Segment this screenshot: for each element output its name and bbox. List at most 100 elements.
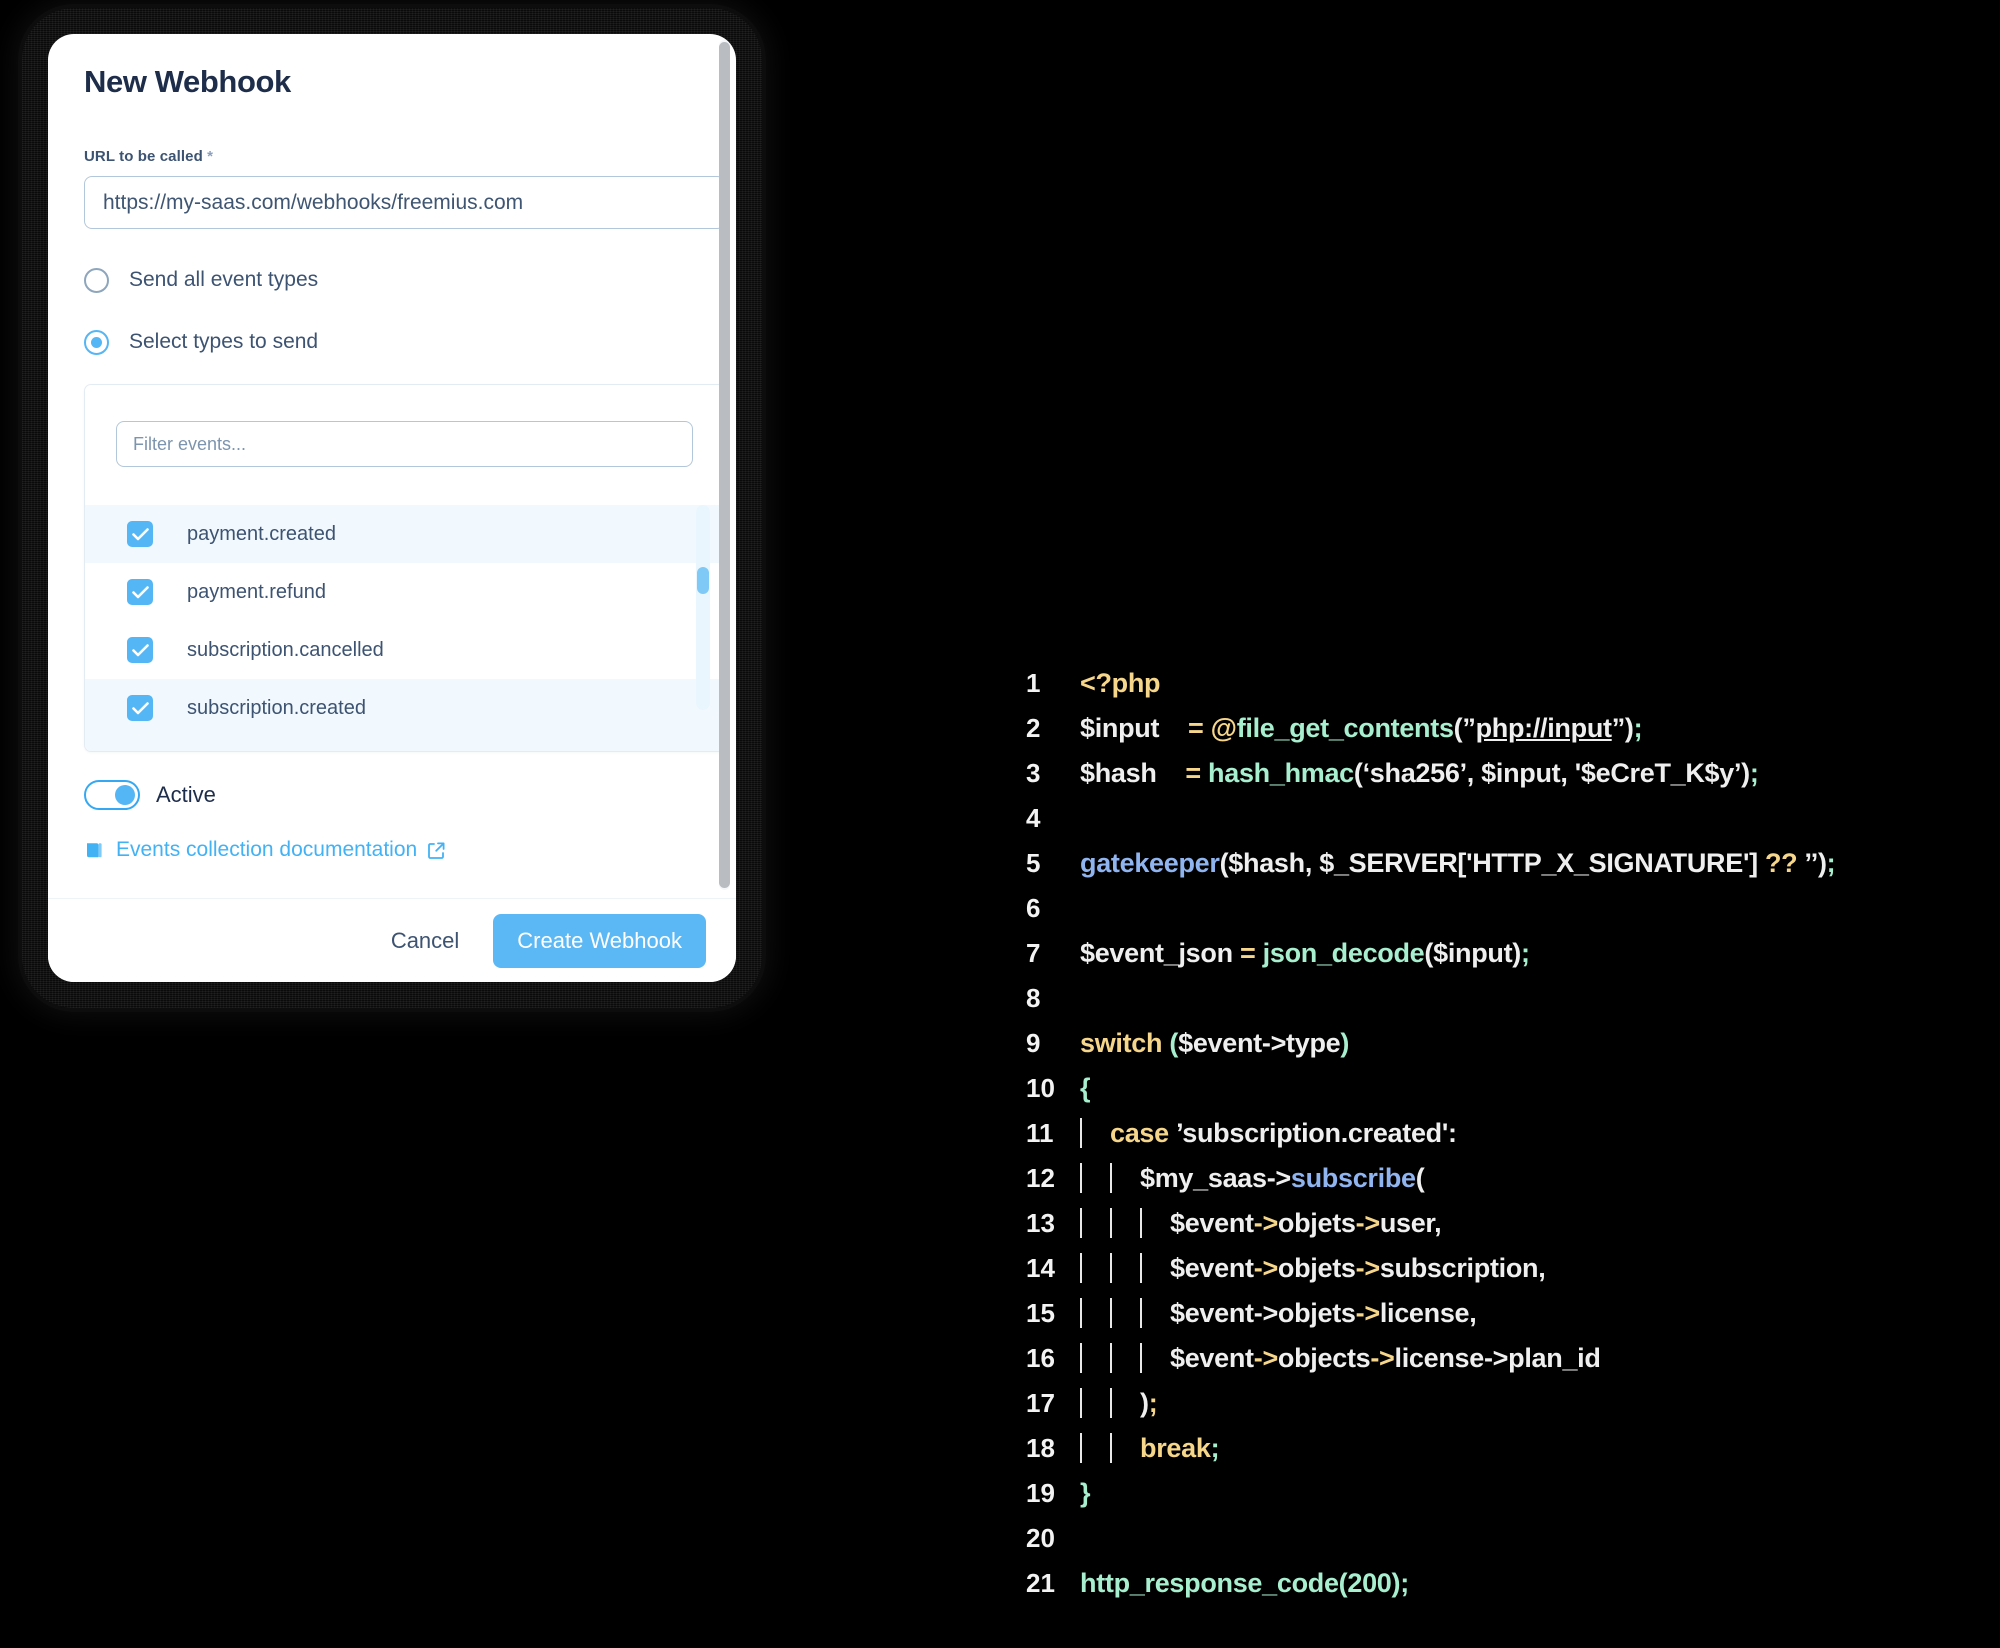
code-token: -> — [1253, 1343, 1278, 1373]
code-token: php://input — [1475, 713, 1612, 743]
radio-select-types-to-send[interactable]: Select types to send — [84, 322, 700, 362]
code-line-number: 15 — [1026, 1298, 1055, 1328]
code-line: 17); — [1000, 1388, 2000, 1433]
code-line-number: 19 — [1026, 1478, 1055, 1508]
indent-guide-icon — [1080, 1253, 1082, 1283]
code-line-text: <?php — [1080, 668, 1161, 699]
code-line-number: 1 — [1026, 668, 1041, 698]
code-line: 11 case ’subscription.created': — [1000, 1118, 2000, 1163]
code-token: ( — [1415, 1163, 1425, 1193]
events-documentation-link[interactable]: Events collection documentation — [84, 838, 700, 862]
toggle-knob-icon — [115, 784, 135, 805]
code-line-text: break; — [1080, 1433, 1220, 1464]
code-line-text: gatekeeper($hash, $_SERVER['HTTP_X_SIGNA… — [1080, 848, 1836, 879]
code-line-text: case ’subscription.created': — [1080, 1118, 1457, 1149]
code-token: ) — [1340, 1028, 1350, 1058]
indent-guide-icon — [1110, 1433, 1112, 1463]
code-line-number: 2 — [1026, 713, 1041, 743]
code-token: license->plan_id — [1394, 1343, 1601, 1373]
code-token: ( — [1169, 1028, 1179, 1058]
code-token: ’’) — [1797, 848, 1827, 878]
events-selection-panel: payment.created payment.refund — [84, 384, 725, 752]
code-line-number: 17 — [1026, 1388, 1055, 1418]
event-row-payment-refund[interactable]: payment.refund — [85, 563, 724, 621]
code-line-number: 8 — [1026, 983, 1041, 1013]
code-line-number: 20 — [1026, 1523, 1055, 1553]
code-token: = — [1239, 938, 1263, 968]
code-line: 1 <?php — [1000, 668, 2000, 713]
code-line-text: http_response_code(200); — [1080, 1568, 1409, 1599]
code-token: = — [1159, 713, 1211, 743]
event-row-subscription-cancelled[interactable]: subscription.cancelled — [85, 621, 724, 679]
code-token: $event — [1170, 1208, 1254, 1238]
event-list-scrollbar-track[interactable] — [696, 505, 710, 710]
required-asterisk: * — [207, 148, 214, 165]
events-documentation-link-label: Events collection documentation — [116, 838, 418, 861]
cancel-button[interactable]: Cancel — [385, 920, 465, 962]
modal-scrollbar-thumb[interactable] — [719, 42, 730, 888]
filter-events-input[interactable] — [116, 421, 693, 467]
code-line-number: 10 — [1026, 1073, 1055, 1103]
code-line-text: switch ($event->type) — [1080, 1028, 1349, 1059]
checkbox-icon-checked[interactable] — [127, 695, 153, 721]
code-token: ’subscription.created': — [1176, 1118, 1457, 1148]
code-line-number: 14 — [1026, 1253, 1055, 1283]
code-line-text: $event->objets->user, — [1080, 1208, 1442, 1239]
indent-guide-icon — [1110, 1253, 1112, 1283]
url-field-group: URL to be called * — [84, 148, 725, 229]
code-token: $event->type — [1178, 1028, 1341, 1058]
code-token: user, — [1379, 1208, 1442, 1238]
code-line-number: 21 — [1026, 1568, 1055, 1598]
create-webhook-button[interactable]: Create Webhook — [493, 913, 706, 968]
code-line-number: 7 — [1026, 938, 1041, 968]
code-token: gatekeeper — [1080, 848, 1220, 878]
radio-icon-selected — [84, 329, 109, 355]
code-token: -> — [1253, 1208, 1278, 1238]
checkbox-icon-checked[interactable] — [127, 579, 153, 605]
code-token: subscribe — [1290, 1163, 1416, 1193]
event-row-subscription-created[interactable]: subscription.created — [85, 679, 724, 737]
active-toggle[interactable] — [84, 780, 140, 810]
code-token: -> — [1355, 1298, 1380, 1328]
code-token: ; — [1520, 938, 1530, 968]
code-line-text: $event->objets->license, — [1080, 1298, 1477, 1329]
code-line-text: $my_saas->subscribe( — [1080, 1163, 1425, 1194]
code-line-number: 3 — [1026, 758, 1041, 788]
code-token: ?? — [1764, 848, 1798, 878]
new-webhook-modal: New Webhook URL to be called * Send all … — [48, 34, 736, 982]
code-token: objets — [1277, 1208, 1356, 1238]
device-frame: New Webhook URL to be called * Send all … — [22, 8, 762, 1008]
event-row-subscription-renewal-failed[interactable]: subscription.renewal.failed — [85, 737, 724, 751]
radio-send-all-event-types[interactable]: Send all event types — [84, 260, 700, 300]
code-token: -> — [1355, 1253, 1380, 1283]
code-line: 14 $event->objets->subscription, — [1000, 1253, 2000, 1298]
code-token: -> — [1370, 1343, 1395, 1373]
event-row-payment-created[interactable]: payment.created — [85, 505, 724, 563]
code-line-text: { — [1080, 1073, 1091, 1104]
code-token: ($input) — [1424, 938, 1521, 968]
url-input[interactable] — [84, 176, 725, 229]
code-token: switch — [1080, 1028, 1170, 1058]
event-name: subscription.cancelled — [187, 638, 384, 661]
active-toggle-row: Active — [84, 780, 700, 810]
code-line-text: $event->objets->subscription, — [1080, 1253, 1546, 1284]
code-line: 9 switch ($event->type) — [1000, 1028, 2000, 1073]
code-line-text: $event->objects->license->plan_id — [1080, 1343, 1601, 1374]
code-token: ) — [1140, 1388, 1149, 1418]
code-token: (‘sha256’, $input, '$eCreT_K$y’) — [1353, 758, 1750, 788]
event-list-scrollbar-thumb[interactable] — [697, 567, 709, 594]
code-line: 6 — [1000, 893, 2000, 938]
code-token: -> — [1355, 1208, 1380, 1238]
code-line: 12 $my_saas->subscribe( — [1000, 1163, 2000, 1208]
code-token: case — [1110, 1118, 1177, 1148]
code-line: 5 gatekeeper($hash, $_SERVER['HTTP_X_SIGN… — [1000, 848, 2000, 893]
indent-guide-icon — [1080, 1433, 1082, 1463]
checkbox-icon-checked[interactable] — [127, 521, 153, 547]
code-line: 7 $event_json = json_decode($input); — [1000, 938, 2000, 983]
checkbox-icon-checked[interactable] — [127, 637, 153, 663]
code-line-text: ); — [1080, 1388, 1158, 1419]
indent-guide-icon — [1080, 1208, 1082, 1238]
code-token: json_decode — [1262, 938, 1425, 968]
modal-scrollbar-track[interactable] — [719, 40, 730, 890]
code-token: $input — [1080, 713, 1160, 743]
